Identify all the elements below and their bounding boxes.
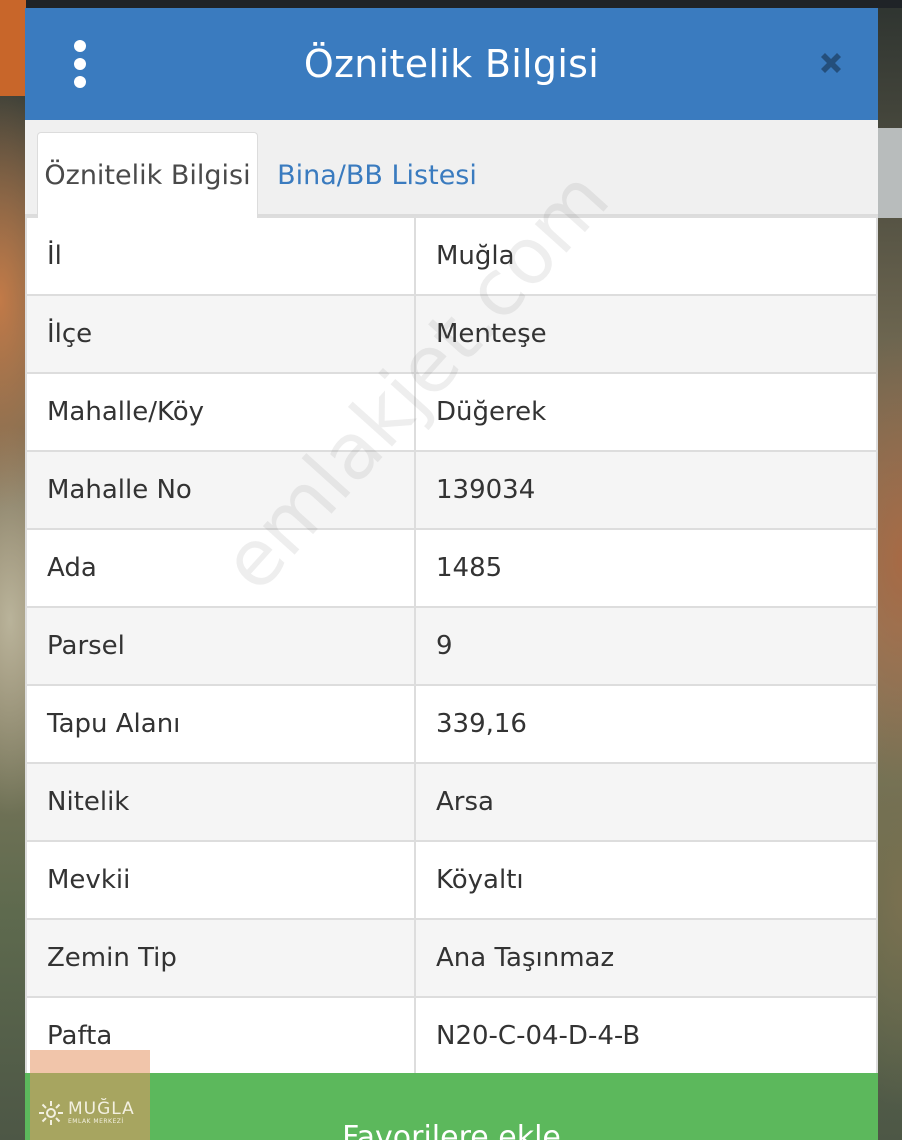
close-icon[interactable] xyxy=(814,46,848,80)
attribute-key: Tapu Alanı xyxy=(25,684,416,764)
attribute-value: Menteşe xyxy=(414,294,878,374)
dialog-title: Öznitelik Bilgisi xyxy=(303,42,600,86)
attribute-value: N20-C-04-D-4-B xyxy=(414,996,878,1076)
attribute-dialog: Öznitelik Bilgisi Öznitelik Bilgisi Bina… xyxy=(25,8,878,1140)
attribute-key: Nitelik xyxy=(25,762,416,842)
table-row: İl Muğla xyxy=(25,216,878,296)
tab-building-list[interactable]: Bina/BB Listesi xyxy=(277,132,477,218)
logo-subtitle: EMLAK MERKEZİ xyxy=(68,1117,124,1125)
agency-logo: MUĞLA EMLAK MERKEZİ xyxy=(30,1050,150,1140)
table-row: Mahalle No 139034 xyxy=(25,450,878,530)
attribute-value: 9 xyxy=(414,606,878,686)
map-right-strip xyxy=(876,128,902,218)
attribute-value: 339,16 xyxy=(414,684,878,764)
attribute-value: 139034 xyxy=(414,450,878,530)
attribute-key: Ada xyxy=(25,528,416,608)
vertical-dots-icon[interactable] xyxy=(65,40,95,88)
sun-icon xyxy=(39,1100,63,1125)
table-row: Parsel 9 xyxy=(25,606,878,686)
map-orange-strip xyxy=(0,0,26,96)
attribute-key: Zemin Tip xyxy=(25,918,416,998)
attribute-value: Köyaltı xyxy=(414,840,878,920)
attribute-value: Arsa xyxy=(414,762,878,842)
tab-bar: Öznitelik Bilgisi Bina/BB Listesi xyxy=(25,120,878,218)
attribute-value: Ana Taşınmaz xyxy=(414,918,878,998)
attribute-value: Düğerek xyxy=(414,372,878,452)
add-to-favorites-button[interactable]: Favorilere ekle xyxy=(25,1073,878,1140)
attribute-table: İl Muğla İlçe Menteşe Mahalle/Köy Düğere… xyxy=(25,216,878,1076)
map-top-bar xyxy=(0,0,902,8)
logo-name: MUĞLA xyxy=(68,1098,135,1119)
table-row: Mahalle/Köy Düğerek xyxy=(25,372,878,452)
attribute-key: Mahalle/Köy xyxy=(25,372,416,452)
attribute-key: İlçe xyxy=(25,294,416,374)
table-row: Ada 1485 xyxy=(25,528,878,608)
attribute-value: Muğla xyxy=(414,216,878,296)
table-row: İlçe Menteşe xyxy=(25,294,878,374)
table-row: Mevkii Köyaltı xyxy=(25,840,878,920)
attribute-key: İl xyxy=(25,216,416,296)
table-row: Pafta N20-C-04-D-4-B xyxy=(25,996,878,1076)
attribute-key: Mahalle No xyxy=(25,450,416,530)
table-row: Nitelik Arsa xyxy=(25,762,878,842)
attribute-key: Parsel xyxy=(25,606,416,686)
dialog-header: Öznitelik Bilgisi xyxy=(25,8,878,120)
attribute-value: 1485 xyxy=(414,528,878,608)
add-to-favorites-label: Favorilere ekle xyxy=(342,1120,561,1140)
table-row: Zemin Tip Ana Taşınmaz xyxy=(25,918,878,998)
table-row: Tapu Alanı 339,16 xyxy=(25,684,878,764)
tab-attribute-info[interactable]: Öznitelik Bilgisi xyxy=(37,132,258,218)
attribute-key: Mevkii xyxy=(25,840,416,920)
